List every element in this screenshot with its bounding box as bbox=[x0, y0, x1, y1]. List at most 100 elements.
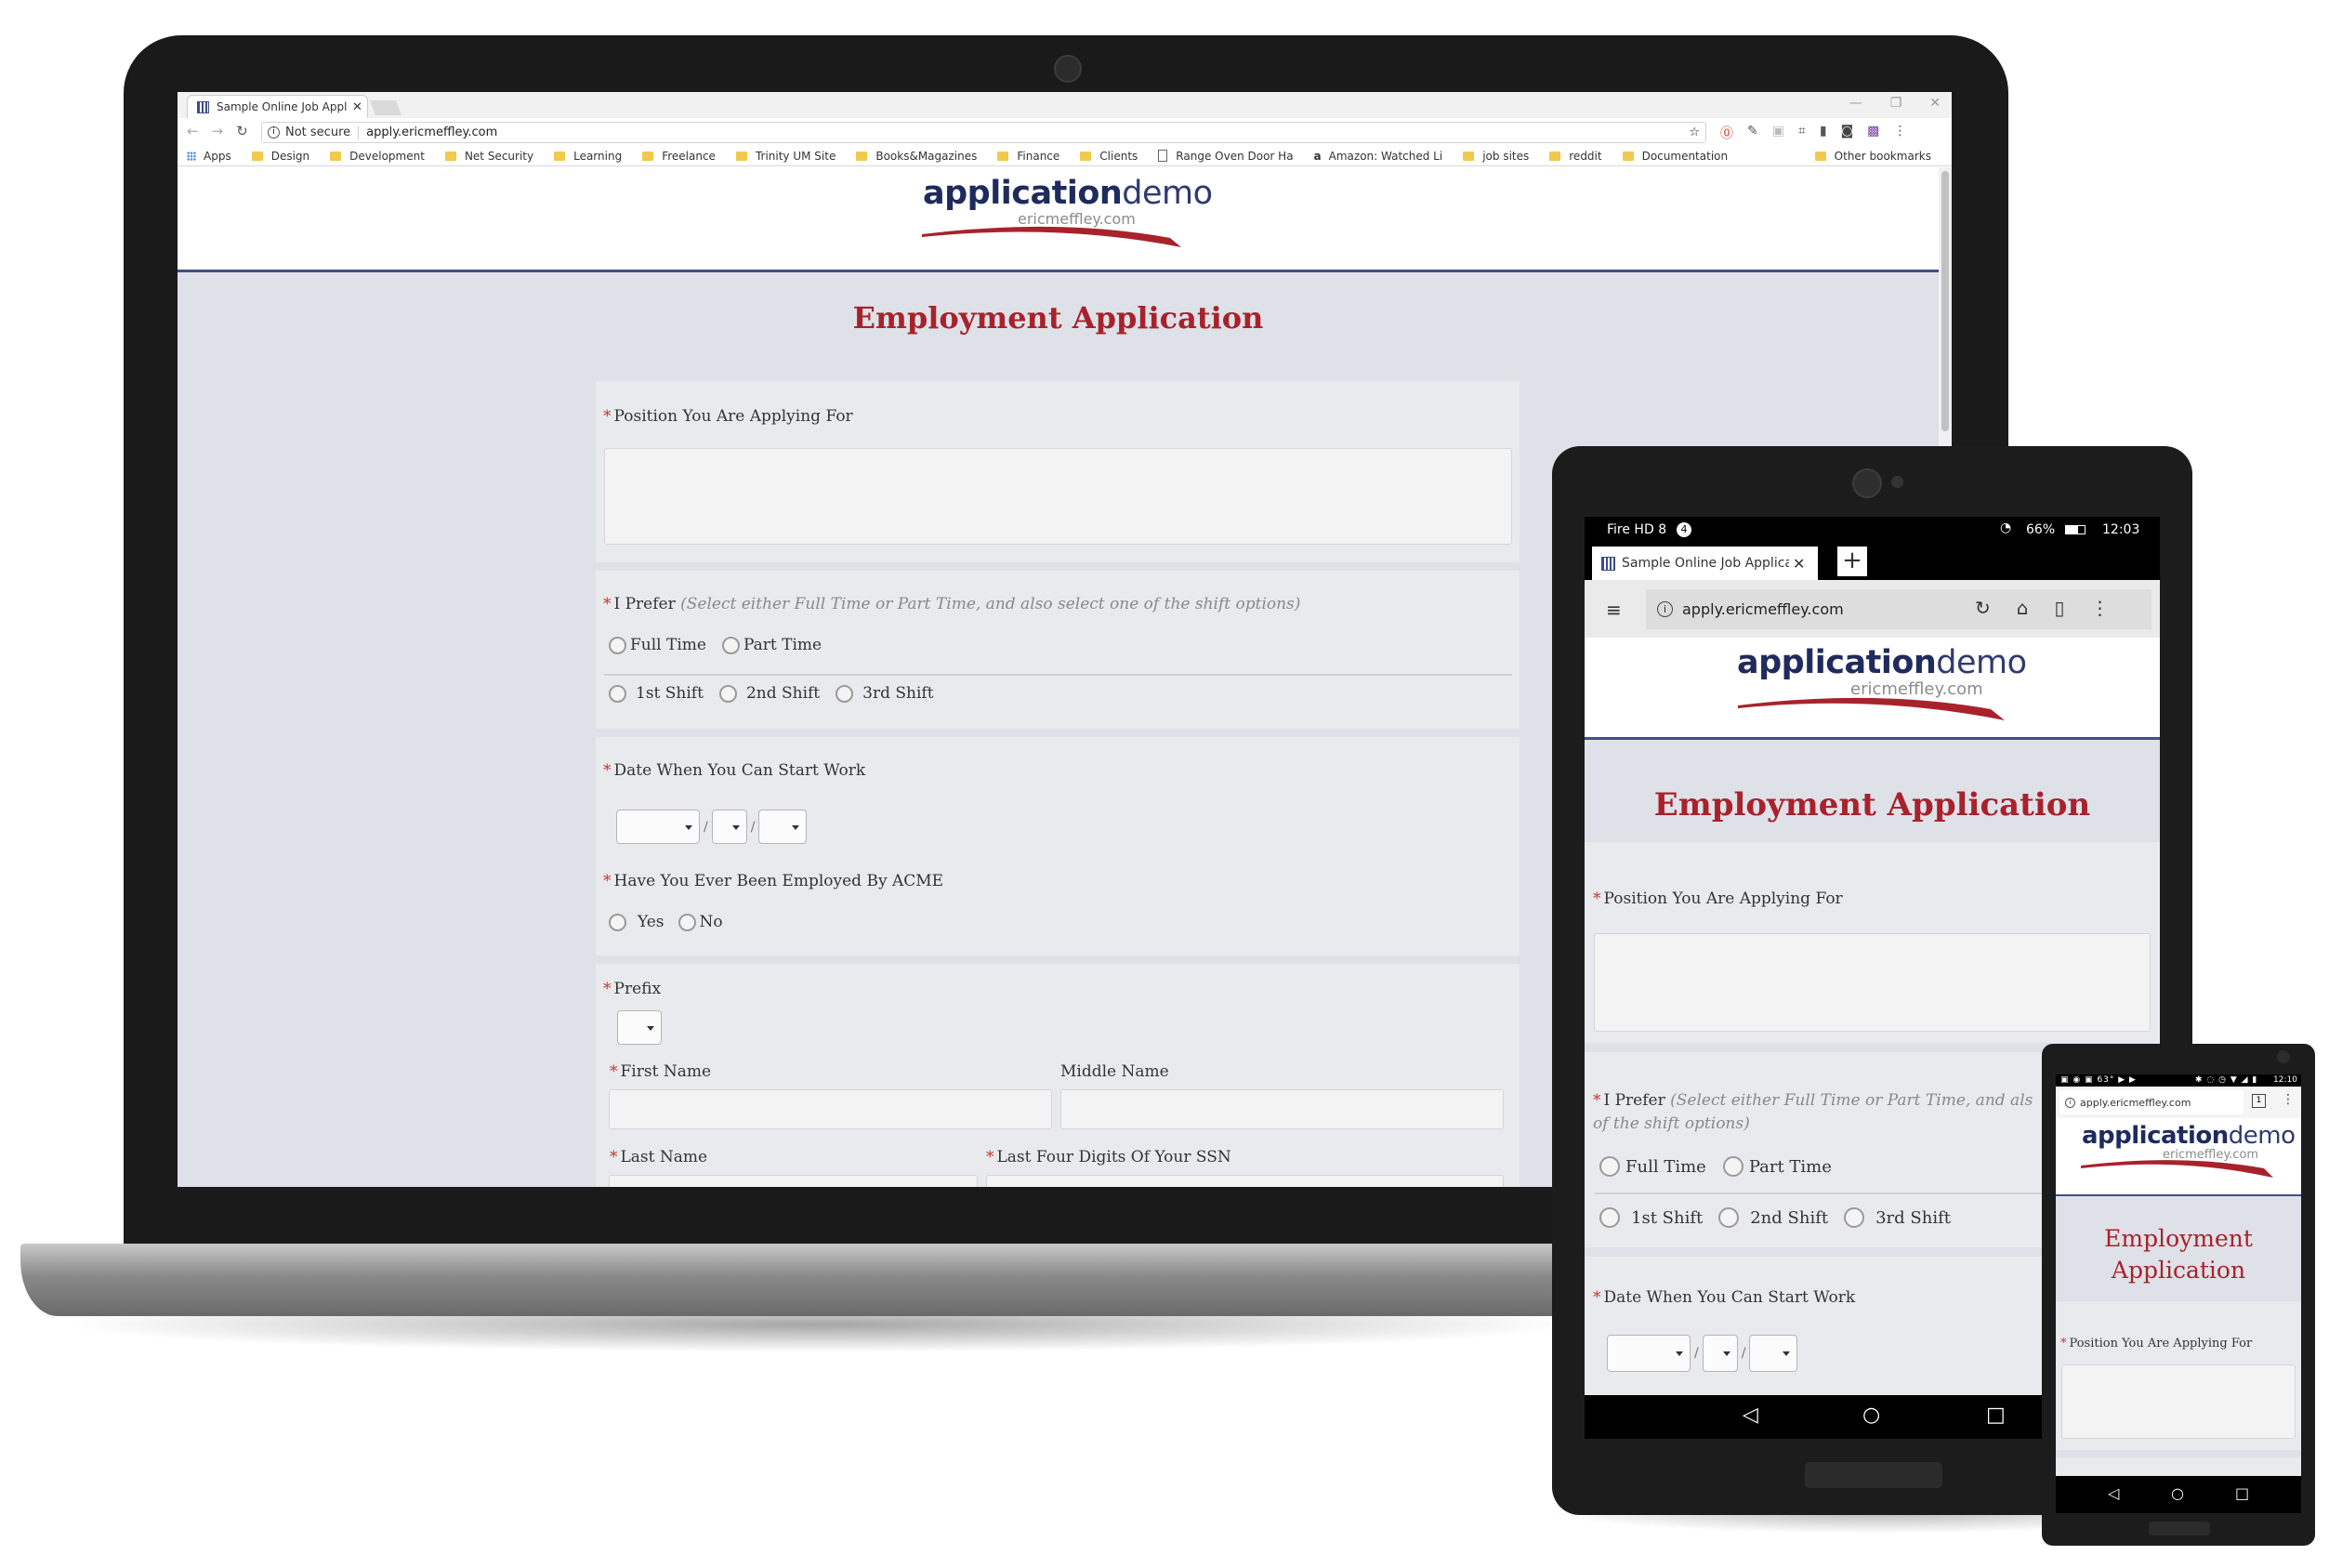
bookmark-folder[interactable]: Net Security bbox=[444, 150, 533, 163]
position-input[interactable] bbox=[604, 448, 1512, 545]
bookmark-folder[interactable]: reddit bbox=[1549, 150, 1602, 163]
site-header: applicationdemo ericmeffley.com bbox=[1585, 638, 2160, 740]
reload-icon[interactable]: ↻ bbox=[236, 123, 248, 139]
new-tab-button[interactable] bbox=[370, 100, 401, 115]
bookmark-folder[interactable]: Finance bbox=[997, 150, 1059, 163]
year-select[interactable] bbox=[758, 810, 808, 844]
recents-icon[interactable]: □ bbox=[2235, 1484, 2249, 1502]
new-tab-button[interactable]: + bbox=[1837, 547, 1867, 576]
info-icon[interactable]: i bbox=[1657, 601, 1673, 617]
pocket-icon[interactable]: ◙ bbox=[1841, 124, 1854, 142]
bookmark-folder[interactable]: Design bbox=[251, 150, 309, 163]
title-line: Application bbox=[2111, 1257, 2246, 1284]
phone-address-bar[interactable]: i apply.ericmeffley.com bbox=[2059, 1090, 2243, 1114]
forward-icon[interactable]: → bbox=[212, 123, 224, 139]
menu-dots-icon[interactable]: ⋮ bbox=[2282, 1092, 2295, 1107]
info-icon[interactable]: i bbox=[2065, 1097, 2075, 1108]
browser-tab[interactable]: Sample Online Job Appl ✕ bbox=[187, 95, 368, 118]
info-icon[interactable]: i bbox=[268, 126, 280, 138]
section-gap bbox=[2056, 1450, 2301, 1457]
shift3-radio[interactable] bbox=[836, 684, 854, 703]
scrollbar-thumb[interactable] bbox=[1941, 171, 1949, 431]
logo-main: application bbox=[2082, 1122, 2229, 1150]
day-select[interactable] bbox=[711, 810, 747, 844]
onenote-icon[interactable]: ▩ bbox=[1867, 124, 1879, 142]
home-icon[interactable]: ○ bbox=[2171, 1484, 2184, 1502]
extension-icon[interactable]: ▣ bbox=[1772, 124, 1784, 142]
logo[interactable]: applicationdemo ericmeffley.com bbox=[2081, 1122, 2296, 1187]
bookmark-other[interactable]: Other bookmarks bbox=[1814, 150, 1931, 163]
shift2-label: 2nd Shift bbox=[745, 684, 821, 703]
shift1-radio[interactable] bbox=[609, 684, 626, 703]
prefix-select[interactable] bbox=[617, 1010, 662, 1045]
last-name-input[interactable] bbox=[609, 1175, 978, 1187]
middle-name-input[interactable] bbox=[1060, 1089, 1504, 1129]
crop-icon[interactable]: ⌗ bbox=[1798, 124, 1806, 142]
favicon-icon bbox=[197, 100, 209, 113]
bookmark-folder[interactable]: Learning bbox=[554, 150, 622, 163]
bookmark-folder[interactable]: Clients bbox=[1080, 150, 1138, 163]
menu-dots-icon[interactable]: ⋮ bbox=[1893, 124, 1906, 142]
bookmark-folder[interactable]: Documentation bbox=[1622, 150, 1728, 163]
opera-icon[interactable]: ⓪ bbox=[1720, 124, 1733, 142]
shift1-radio[interactable] bbox=[1599, 1207, 1620, 1228]
menu-icon[interactable]: ≡ bbox=[1606, 599, 1622, 621]
back-icon[interactable]: ◁ bbox=[2108, 1484, 2119, 1502]
bookmark-folder[interactable]: Development bbox=[330, 150, 425, 163]
bookmark-folder[interactable]: Freelance bbox=[642, 150, 716, 163]
day-select[interactable] bbox=[1702, 1335, 1738, 1372]
logo[interactable]: applicationdemo ericmeffley.com bbox=[922, 175, 1213, 263]
bookmark-apps[interactable]: Apps bbox=[187, 150, 231, 163]
folder-icon bbox=[251, 151, 263, 161]
home-icon[interactable]: ⌂ bbox=[2017, 597, 2029, 619]
eyedropper-icon[interactable]: ✎ bbox=[1747, 124, 1758, 142]
month-select[interactable] bbox=[616, 810, 700, 844]
position-input[interactable] bbox=[1594, 933, 2151, 1032]
yes-radio[interactable] bbox=[609, 913, 626, 931]
bookmark-ext-icon[interactable]: ▮ bbox=[1820, 124, 1827, 142]
maximize-icon[interactable]: ❐ bbox=[1890, 96, 1902, 111]
month-select[interactable] bbox=[1607, 1335, 1691, 1372]
full-time-radio[interactable] bbox=[1599, 1156, 1620, 1177]
last-name-label: * Last Name bbox=[610, 1148, 708, 1166]
bookmark-page[interactable]: Range Oven Door Ha bbox=[1158, 150, 1294, 163]
menu-dots-icon[interactable]: ⋮ bbox=[2090, 597, 2109, 619]
minimize-icon[interactable]: — bbox=[1849, 96, 1862, 111]
tab-switcher-icon[interactable]: 1 bbox=[2252, 1094, 2266, 1108]
part-time-radio[interactable] bbox=[1722, 1156, 1743, 1177]
first-name-input[interactable] bbox=[609, 1089, 1052, 1129]
full-time-radio[interactable] bbox=[609, 636, 626, 654]
bookmark-folder[interactable]: Books&Magazines bbox=[856, 150, 977, 163]
bookmark-icon[interactable]: ▯ bbox=[2054, 597, 2064, 619]
start-date-selects: / / bbox=[616, 810, 808, 844]
logo[interactable]: applicationdemo ericmeffley.com bbox=[1737, 644, 2027, 728]
position-input[interactable] bbox=[2061, 1364, 2296, 1439]
page-title: Employment Application bbox=[2056, 1223, 2301, 1286]
window-close-icon[interactable]: ✕ bbox=[1929, 96, 1941, 111]
no-radio[interactable] bbox=[678, 913, 696, 931]
address-bar[interactable]: i Not secure apply.ericmeffley.com ☆ bbox=[261, 122, 1706, 143]
position-section: * Position You Are Applying For bbox=[596, 381, 1520, 562]
label-text: Prefix bbox=[613, 980, 662, 998]
reload-icon[interactable]: ↻ bbox=[1975, 597, 1991, 619]
page-icon bbox=[1158, 150, 1168, 162]
tablet-tab[interactable]: Sample Online Job Applicatio ✕ bbox=[1592, 547, 1818, 580]
ssn-input[interactable] bbox=[986, 1175, 1504, 1187]
shift2-radio[interactable] bbox=[1718, 1207, 1740, 1228]
star-icon[interactable]: ☆ bbox=[1689, 125, 1700, 139]
shift2-radio[interactable] bbox=[718, 684, 737, 703]
bookmark-folder[interactable]: job sites bbox=[1463, 150, 1529, 163]
recents-icon[interactable]: □ bbox=[1986, 1403, 2006, 1427]
close-icon[interactable]: ✕ bbox=[352, 100, 362, 114]
extension-icons: ⓪ ✎ ▣ ⌗ ▮ ◙ ▩ ⋮ bbox=[1720, 124, 1906, 142]
back-icon[interactable]: ← bbox=[187, 123, 199, 139]
part-time-radio[interactable] bbox=[721, 636, 740, 654]
shift3-radio[interactable] bbox=[1844, 1207, 1865, 1228]
home-icon[interactable]: ○ bbox=[1862, 1403, 1880, 1427]
shift-options: 1st Shift 2nd Shift 3rd Shift bbox=[609, 684, 934, 703]
back-icon[interactable]: ◁ bbox=[1743, 1403, 1758, 1427]
bookmark-folder[interactable]: Trinity UM Site bbox=[735, 150, 836, 163]
close-icon[interactable]: ✕ bbox=[1793, 555, 1805, 573]
year-select[interactable] bbox=[1749, 1335, 1798, 1372]
bookmark-amazon[interactable]: a Amazon: Watched Li bbox=[1314, 150, 1443, 163]
